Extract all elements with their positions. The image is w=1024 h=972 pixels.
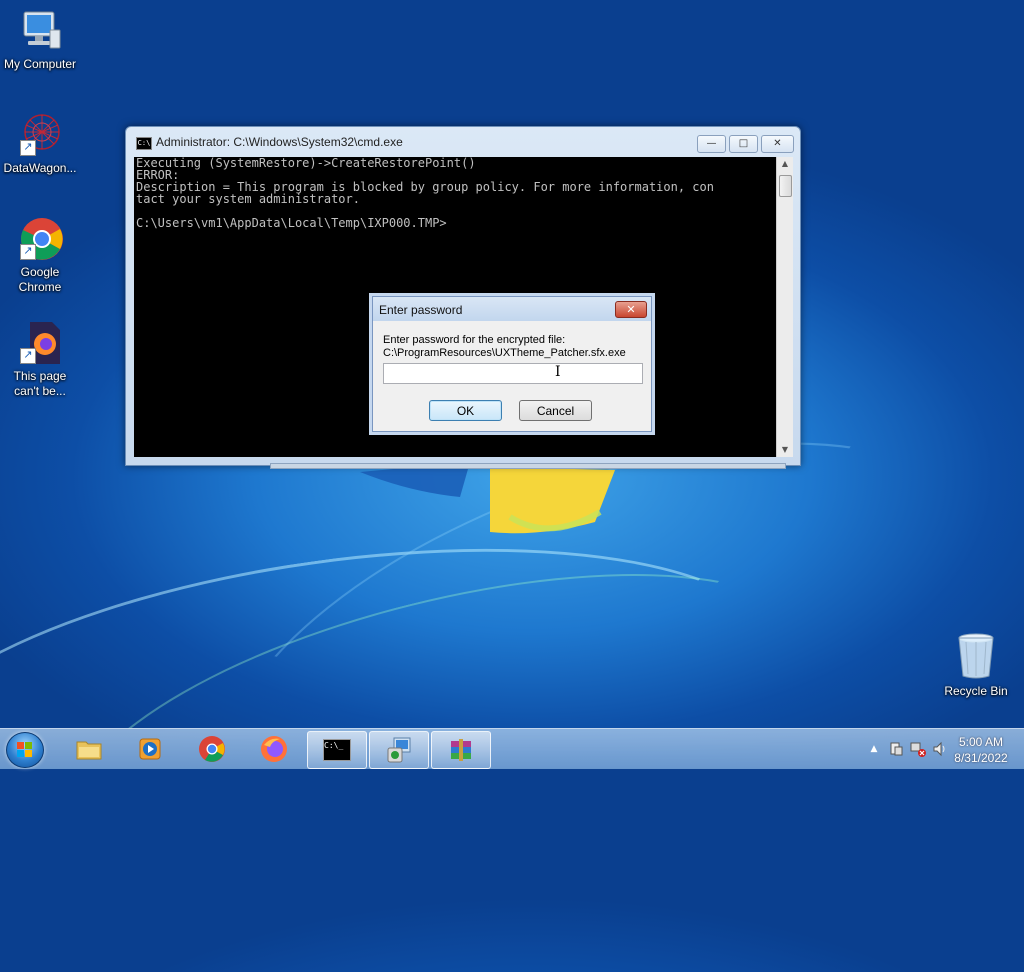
datawagon-icon: ↗ [16, 112, 64, 158]
clock-time: 5:00 AM [958, 735, 1004, 749]
taskbar-media-player[interactable] [121, 731, 179, 767]
folder-icon [76, 741, 102, 760]
cmd-window-title: Administrator: C:\Windows\System32\cmd.e… [156, 135, 403, 149]
taskbar-file-explorer[interactable] [60, 731, 118, 767]
taskbar-firefox[interactable] [245, 731, 303, 767]
cmd-titlebar[interactable]: C:\ Administrator: C:\Windows\System32\c… [126, 127, 800, 157]
taskbar-chrome[interactable] [183, 731, 241, 767]
system-tray: ▲ 5:00 AM 8/31/2022 [834, 729, 1024, 769]
cmd-icon: C:\ [136, 137, 152, 150]
shortcut-arrow-icon: ↗ [20, 140, 36, 156]
scroll-up-icon[interactable]: ▲ [777, 157, 793, 171]
minimize-button[interactable]: — [697, 135, 726, 153]
firefox-file-icon: ↗ [16, 320, 64, 366]
close-button[interactable]: ✕ [761, 135, 794, 153]
shortcut-arrow-icon: ↗ [20, 348, 36, 364]
windows-logo-icon [17, 742, 32, 757]
desktop-icon-label: DataWagon... [3, 161, 77, 175]
window-edge [270, 463, 786, 469]
media-player-icon [139, 738, 161, 760]
desktop-icon-this-page[interactable]: ↗ This page can't be... [0, 320, 80, 399]
dialog-file-path: C:\ProgramResources\UXTheme_Patcher.sfx.… [383, 347, 626, 359]
desktop-icon-label: Google Chrome [18, 265, 62, 294]
desktop-icon-google-chrome[interactable]: ↗ Google Chrome [0, 216, 80, 295]
ok-button[interactable]: OK [429, 400, 502, 421]
cmd-scrollbar[interactable]: ▲ ▼ [776, 157, 793, 457]
firefox-icon [261, 736, 287, 762]
taskbar: C:\_ ▲ 5:00 AM 8/31/2022 [0, 728, 1024, 769]
dialog-titlebar[interactable]: Enter password ✕ [373, 297, 651, 321]
dialog-close-button[interactable]: ✕ [615, 301, 647, 318]
dialog-title: Enter password [379, 303, 463, 317]
desktop-icon-label: Recycle Bin [944, 684, 1008, 698]
desktop-icon-datawagon[interactable]: ↗ DataWagon... [0, 112, 80, 176]
show-hidden-icons-icon[interactable]: ▲ [866, 741, 882, 757]
shortcut-arrow-icon: ↗ [20, 244, 36, 260]
chrome-icon [199, 736, 225, 762]
desktop-icon-my-computer[interactable]: My Computer [0, 8, 80, 72]
text-cursor-icon: I [555, 364, 561, 380]
installer-icon [387, 737, 411, 763]
taskbar-winrar[interactable] [431, 731, 491, 769]
console-output: Executing (SystemRestore)->CreateRestore… [136, 157, 714, 230]
cancel-button[interactable]: Cancel [519, 400, 592, 421]
desktop-icon-label: This page can't be... [13, 369, 67, 398]
wallpaper-windows-logo [360, 462, 615, 534]
dialog-prompt: Enter password for the encrypted file: [383, 334, 566, 346]
taskbar-cmd[interactable]: C:\_ [307, 731, 367, 769]
winrar-icon [451, 739, 471, 761]
password-dialog[interactable]: Enter password ✕ Enter password for the … [372, 296, 652, 432]
desktop-icon-label: My Computer [3, 57, 77, 71]
action-center-icon[interactable] [888, 741, 904, 757]
clock-date: 8/31/2022 [954, 751, 1008, 765]
desktop-icon-recycle-bin[interactable]: Recycle Bin [936, 632, 1016, 698]
computer-icon [16, 8, 64, 54]
chrome-icon: ↗ [16, 216, 64, 262]
password-input[interactable] [383, 363, 643, 384]
network-error-icon[interactable] [910, 741, 926, 757]
scroll-thumb[interactable] [779, 175, 792, 197]
recycle-bin-icon [956, 632, 996, 680]
start-button[interactable] [6, 732, 44, 768]
maximize-button[interactable]: □ [729, 135, 758, 153]
taskbar-clock[interactable]: 5:00 AM 8/31/2022 [946, 734, 1016, 766]
scroll-down-icon[interactable]: ▼ [777, 443, 793, 457]
cmd-icon: C:\_ [323, 739, 351, 761]
taskbar-installer[interactable] [369, 731, 429, 769]
